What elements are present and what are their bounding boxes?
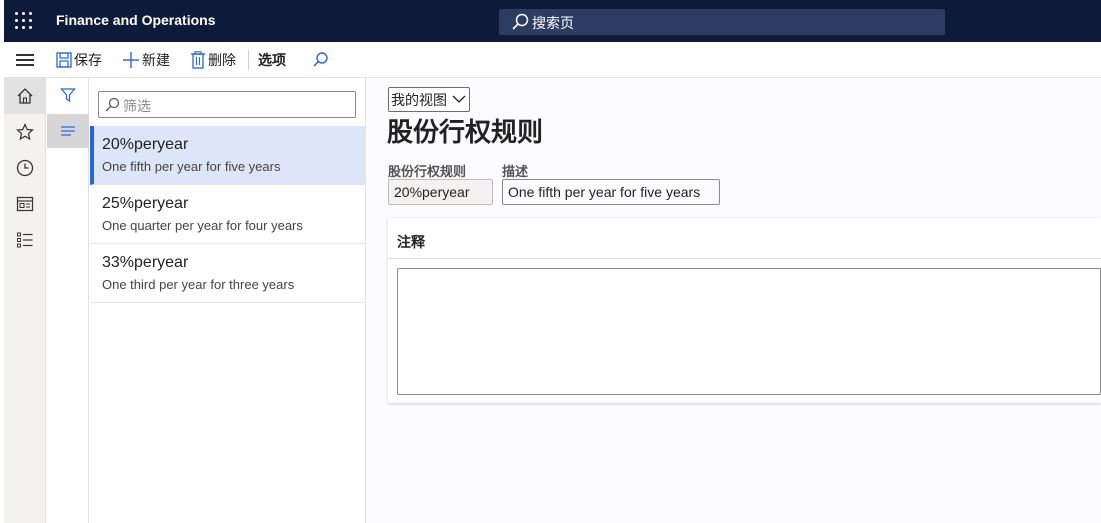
filter-pane-toggle[interactable] xyxy=(47,78,89,112)
save-icon xyxy=(56,52,72,68)
new-label: 新建 xyxy=(142,52,170,68)
nav-home[interactable] xyxy=(4,78,46,114)
app-title: Finance and Operations xyxy=(56,12,216,28)
notes-divider xyxy=(388,258,1101,259)
global-search-placeholder: 搜索页 xyxy=(532,15,574,31)
record-list-panel: 筛选 20%peryear One fifth per year for fiv… xyxy=(90,78,366,523)
modules-icon xyxy=(17,232,33,248)
list-pane-toggle[interactable] xyxy=(47,114,89,148)
nav-modules[interactable] xyxy=(4,222,46,258)
list-item-title: 20%peryear xyxy=(102,136,189,153)
description-field[interactable]: One fifth per year for five years xyxy=(502,179,720,205)
action-pane: 保存 新建 删除 选项 xyxy=(4,42,1101,78)
options-tab[interactable]: 选项 xyxy=(258,50,286,70)
new-button[interactable]: 新建 xyxy=(122,50,170,70)
list-item-title: 33%peryear xyxy=(102,254,189,271)
view-selector[interactable]: 我的视图 xyxy=(388,87,470,112)
rule-field-label: 股份行权规则 xyxy=(388,164,467,179)
list-item[interactable]: 25%peryear One quarter per year for four… xyxy=(90,185,365,244)
star-icon xyxy=(16,123,34,141)
delete-button[interactable]: 删除 xyxy=(190,50,236,70)
home-icon xyxy=(17,88,33,104)
app-launcher-icon[interactable] xyxy=(14,11,34,31)
workspace-icon xyxy=(16,196,34,212)
filter-placeholder: 筛选 xyxy=(123,98,151,114)
save-label: 保存 xyxy=(74,52,102,68)
list-icon xyxy=(61,126,75,136)
toolbar-search-button[interactable] xyxy=(311,50,331,70)
notes-textarea[interactable] xyxy=(397,268,1101,395)
notes-section-title[interactable]: 注释 xyxy=(397,232,425,252)
toolbar-divider xyxy=(248,50,249,70)
search-icon xyxy=(105,97,120,112)
nav-favorites[interactable] xyxy=(4,114,46,150)
navigation-pane xyxy=(4,78,46,523)
list-item-description: One quarter per year for four years xyxy=(102,218,303,233)
chevron-down-icon xyxy=(452,95,466,103)
filter-input[interactable]: 筛选 xyxy=(98,91,356,118)
delete-label: 删除 xyxy=(208,52,236,68)
plus-icon xyxy=(123,52,139,68)
nav-workspaces[interactable] xyxy=(4,186,46,222)
search-icon xyxy=(313,52,328,67)
view-selector-label: 我的视图 xyxy=(391,92,447,108)
details-pane: 我的视图 股份行权规则 股份行权规则 20%peryear 描述 One fif… xyxy=(367,78,1101,523)
nav-recent[interactable] xyxy=(4,150,46,186)
description-field-label: 描述 xyxy=(502,164,529,179)
list-item-description: One third per year for three years xyxy=(102,277,295,292)
list-item[interactable]: 20%peryear One fifth per year for five y… xyxy=(90,126,365,185)
list-item-description: One fifth per year for five years xyxy=(102,159,281,174)
hamburger-menu-icon[interactable] xyxy=(16,54,34,66)
trash-icon xyxy=(191,51,205,69)
page-title: 股份行权规则 xyxy=(387,118,544,148)
top-navigation-bar: Finance and Operations 搜索页 xyxy=(4,0,1101,42)
notes-section: 注释 xyxy=(388,218,1101,403)
rule-field[interactable]: 20%peryear xyxy=(388,179,493,205)
list-item-title: 25%peryear xyxy=(102,195,189,212)
save-button[interactable]: 保存 xyxy=(56,50,102,70)
filter-icon xyxy=(60,88,76,103)
clock-icon xyxy=(16,159,34,177)
list-item[interactable]: 33%peryear One third per year for three … xyxy=(90,244,365,303)
search-icon xyxy=(512,13,529,30)
global-search-input[interactable]: 搜索页 xyxy=(499,9,945,35)
list-toggle-strip xyxy=(47,78,89,523)
